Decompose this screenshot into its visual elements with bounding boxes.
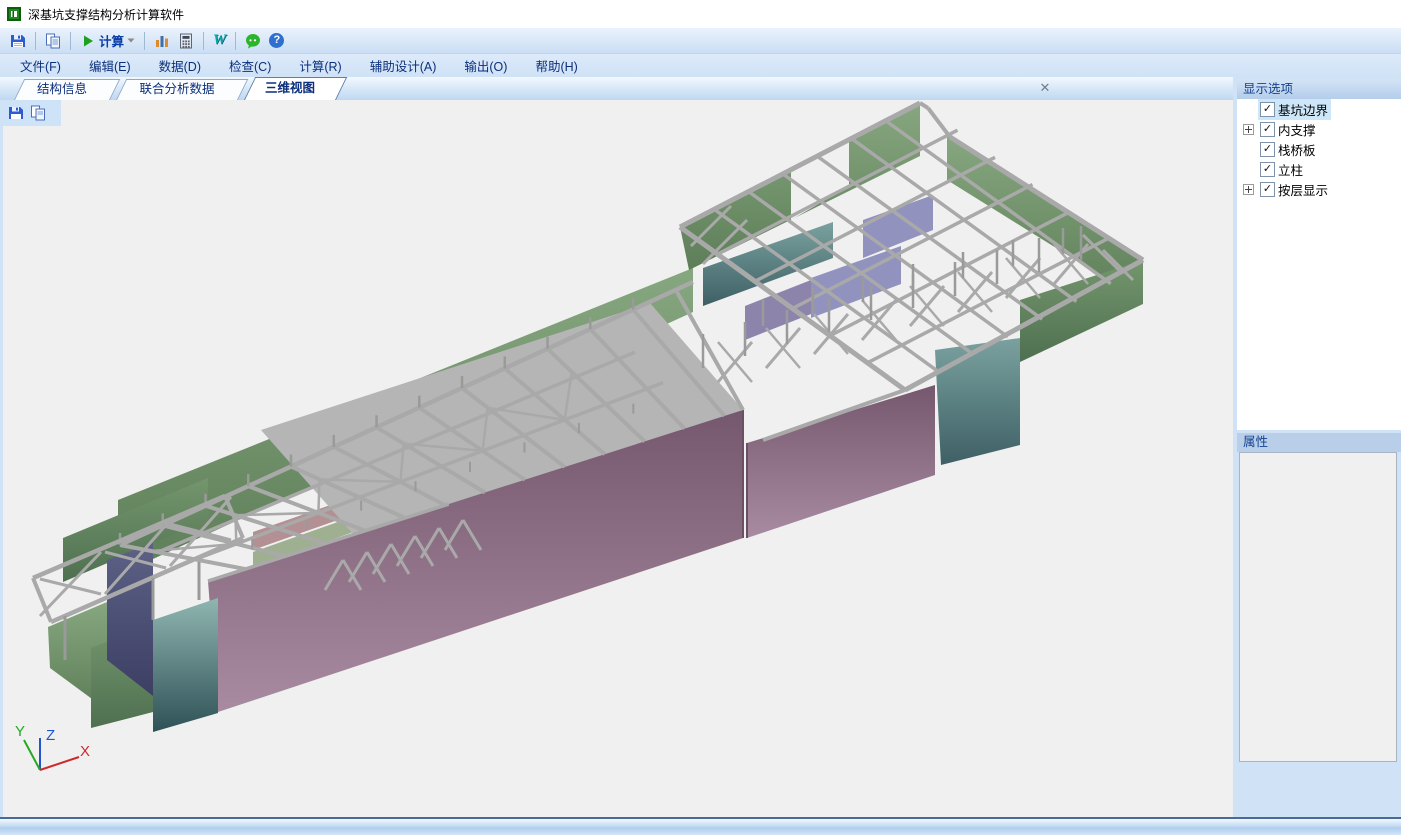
run-calculation-button[interactable]: 计算 bbox=[76, 29, 139, 52]
chat-button[interactable] bbox=[241, 31, 265, 51]
menu-output[interactable]: 输出(O) bbox=[454, 54, 517, 77]
status-bar bbox=[0, 817, 1401, 835]
toolbar-separator bbox=[203, 32, 204, 50]
expand-icon[interactable] bbox=[1243, 184, 1254, 195]
calculator-button[interactable] bbox=[174, 31, 198, 51]
main-toolbar: 计算 W bbox=[0, 28, 1401, 54]
tree-item-label: 内支撑 bbox=[1278, 120, 1316, 139]
save-icon bbox=[10, 33, 26, 49]
help-button[interactable]: ? bbox=[265, 31, 288, 50]
properties-panel bbox=[1239, 452, 1397, 762]
checkbox-trestle-plate[interactable] bbox=[1260, 142, 1275, 157]
toolbar-separator bbox=[70, 32, 71, 50]
menu-calculate[interactable]: 计算(R) bbox=[289, 54, 351, 77]
calculator-icon bbox=[178, 33, 194, 49]
tree-item-label: 按层显示 bbox=[1278, 180, 1328, 199]
checkbox-show-by-layer[interactable] bbox=[1260, 182, 1275, 197]
menu-check[interactable]: 检查(C) bbox=[219, 54, 281, 77]
display-options-header: 显示选项 bbox=[1237, 79, 1401, 99]
run-label: 计算 bbox=[99, 31, 124, 50]
word-export-button[interactable]: W bbox=[209, 30, 230, 51]
close-icon[interactable]: ✕ bbox=[1037, 80, 1053, 96]
toolbar-separator bbox=[144, 32, 145, 50]
tab-3d-view[interactable]: 三维视图 bbox=[244, 77, 336, 100]
window-title: 深基坑支撑结构分析计算软件 bbox=[28, 6, 184, 23]
checkbox-inner-support[interactable] bbox=[1260, 122, 1275, 137]
save-icon bbox=[8, 105, 24, 121]
menu-help[interactable]: 帮助(H) bbox=[525, 54, 587, 77]
word-icon: W bbox=[213, 32, 226, 49]
menu-file[interactable]: 文件(F) bbox=[10, 54, 71, 77]
tab-structure-info[interactable]: 结构信息 bbox=[14, 79, 110, 100]
menu-edit[interactable]: 编辑(E) bbox=[79, 54, 141, 77]
toolbar-separator bbox=[235, 32, 236, 50]
title-bar: 深基坑支撑结构分析计算软件 bbox=[0, 0, 1401, 28]
chat-icon bbox=[245, 33, 261, 49]
svg-text:Y: Y bbox=[15, 723, 25, 740]
menu-aux-design[interactable]: 辅助设计(A) bbox=[360, 54, 447, 77]
checkbox-pit-boundary[interactable] bbox=[1260, 102, 1275, 117]
pit-walls bbox=[48, 103, 1143, 732]
tree-item-inner-support[interactable]: 内支撑 bbox=[1237, 119, 1401, 139]
tree-item-pit-boundary[interactable]: 基坑边界 bbox=[1237, 99, 1401, 119]
tab-strip: 结构信息 联合分析数据 三维视图 ✕ bbox=[0, 77, 1233, 100]
menu-data[interactable]: 数据(D) bbox=[149, 54, 211, 77]
svg-text:Z: Z bbox=[46, 727, 55, 744]
axes-triad: Y Z X bbox=[15, 723, 90, 770]
chart-button[interactable] bbox=[150, 31, 174, 51]
app-icon bbox=[6, 6, 22, 22]
play-icon bbox=[80, 33, 96, 49]
save-button[interactable] bbox=[6, 31, 30, 51]
toolbar-separator bbox=[35, 32, 36, 50]
3d-viewport[interactable]: Y Z X bbox=[3, 100, 1233, 817]
tree-item-column[interactable]: 立柱 bbox=[1237, 159, 1401, 179]
tree-item-show-by-layer[interactable]: 按层显示 bbox=[1237, 179, 1401, 199]
bar-chart-icon bbox=[154, 33, 170, 49]
dropdown-caret-icon[interactable] bbox=[127, 38, 135, 43]
view-save-button[interactable] bbox=[8, 104, 24, 122]
tree-item-label: 栈桥板 bbox=[1278, 140, 1316, 159]
tab-joint-analysis-data[interactable]: 联合分析数据 bbox=[116, 79, 238, 100]
menu-bar: 文件(F) 编辑(E) 数据(D) 检查(C) 计算(R) 辅助设计(A) 输出… bbox=[0, 54, 1401, 77]
copy-icon bbox=[45, 33, 61, 49]
display-options-tree: 基坑边界 内支撑 栈桥板 立柱 按层显示 bbox=[1237, 99, 1401, 430]
view-toolbar bbox=[3, 100, 61, 126]
tree-item-label: 基坑边界 bbox=[1278, 100, 1328, 119]
copy-icon bbox=[30, 105, 46, 121]
properties-header: 属性 bbox=[1237, 433, 1401, 452]
view-copy-button[interactable] bbox=[30, 104, 46, 122]
expand-icon[interactable] bbox=[1243, 124, 1254, 135]
3d-view-area: Y Z X bbox=[3, 100, 1233, 817]
checkbox-column[interactable] bbox=[1260, 162, 1275, 177]
copy-button[interactable] bbox=[41, 31, 65, 51]
help-icon: ? bbox=[269, 33, 284, 48]
tree-item-trestle-plate[interactable]: 栈桥板 bbox=[1237, 139, 1401, 159]
tree-item-label: 立柱 bbox=[1278, 160, 1303, 179]
svg-text:X: X bbox=[80, 743, 90, 760]
right-panel: 显示选项 基坑边界 内支撑 栈桥板 立柱 按层显示 属性 bbox=[1233, 77, 1401, 817]
